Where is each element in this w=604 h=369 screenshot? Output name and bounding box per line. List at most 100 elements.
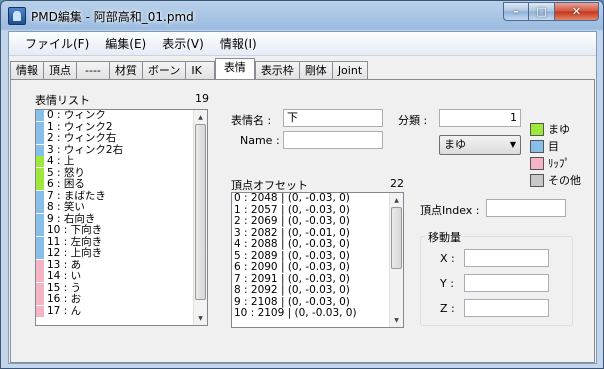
minimize-button[interactable]: –	[503, 2, 529, 21]
list-item-label: 4 : 上	[47, 155, 75, 167]
category-swatch	[36, 190, 44, 202]
morph-list-rows: 0 : ウィンク 1 : ウィンク2 2 : ウィンク右 3 : ウィンク2右 4 : …	[36, 110, 207, 317]
category-swatch	[36, 144, 44, 156]
title-bar[interactable]: PMD編集 - 阿部高和_01.pmd – □ ✕	[1, 1, 603, 31]
list-item[interactable]: 6 : 困る	[36, 178, 207, 191]
legend-eye: 目	[530, 138, 559, 154]
scroll-down-icon[interactable]: ▼	[194, 311, 207, 325]
category-swatch	[36, 202, 44, 214]
tab-display-frame[interactable]: 表示枠	[254, 61, 300, 79]
scroll-thumb[interactable]	[195, 124, 206, 300]
movement-x-field[interactable]	[464, 249, 549, 267]
tab-separator[interactable]: ----	[76, 61, 110, 79]
list-item[interactable]: 4 : 2088 | (0, -0.03, 0)	[232, 238, 403, 251]
morph-name-label: 表情名 :	[231, 114, 272, 127]
maximize-button[interactable]: □	[529, 2, 555, 21]
list-item[interactable]: 2 : 2069 | (0, -0.03, 0)	[232, 215, 403, 228]
close-button[interactable]: ✕	[555, 2, 599, 21]
movement-x-label: X :	[440, 252, 455, 265]
list-item[interactable]: 6 : 2090 | (0, -0.03, 0)	[232, 261, 403, 274]
scroll-thumb[interactable]	[391, 207, 402, 269]
movement-z-label: Z :	[440, 302, 455, 315]
morph-list-scrollbar[interactable]: ▲ ▼	[193, 110, 207, 325]
menu-bar: ファイル(F) 編集(E) 表示(V) 情報(I)	[9, 32, 596, 56]
legend-swatch-eyebrow	[530, 122, 544, 136]
menu-file[interactable]: ファイル(F)	[17, 34, 97, 54]
menu-view[interactable]: 表示(V)	[154, 34, 212, 54]
morph-list-count: 19	[195, 92, 209, 105]
category-swatch	[36, 156, 44, 168]
scroll-down-icon[interactable]: ▼	[390, 313, 403, 327]
vertex-index-field[interactable]	[486, 199, 566, 217]
movement-z-field[interactable]	[464, 299, 549, 317]
tab-info[interactable]: 情報	[10, 61, 44, 79]
legend-swatch-other	[530, 173, 544, 187]
category-label: 分類 :	[398, 114, 428, 127]
offset-list-count: 22	[390, 177, 404, 190]
category-swatch	[36, 248, 44, 260]
list-item[interactable]: 16 : お	[36, 293, 207, 306]
movement-y-label: Y :	[440, 277, 454, 290]
category-select-value: まゆ	[444, 138, 466, 151]
category-swatch	[36, 110, 44, 122]
morph-list[interactable]: 0 : ウィンク 1 : ウィンク2 2 : ウィンク右 3 : ウィンク2右 4 : …	[35, 109, 208, 326]
legend-lip: ﾘｯﾌﾟ	[530, 155, 570, 171]
list-item-label: 10 : 下向き	[47, 224, 103, 236]
list-item[interactable]: 10 : 2109 | (0, -0.03, 0)	[232, 307, 403, 320]
list-item-label: 6 : 困る	[47, 178, 85, 190]
morph-panel: 表情リスト 19 0 : ウィンク 1 : ウィンク2 2 : ウィンク右 3 : ウ…	[10, 79, 595, 363]
name-en-field[interactable]	[283, 131, 383, 149]
tab-rigid-body[interactable]: 剛体	[298, 61, 333, 79]
tab-morph[interactable]: 表情	[214, 58, 255, 79]
category-swatch	[36, 271, 44, 283]
app-window: PMD編集 - 阿部高和_01.pmd – □ ✕ ファイル(F) 編集(E) …	[0, 0, 604, 369]
category-swatch	[36, 236, 44, 248]
category-swatch	[36, 167, 44, 179]
list-item[interactable]: 12 : 上向き	[36, 247, 207, 260]
list-item-label: 14 : い	[47, 270, 82, 282]
category-swatch	[36, 213, 44, 225]
category-field[interactable]: 1	[439, 109, 521, 127]
tab-vertex[interactable]: 頂点	[43, 61, 77, 79]
list-item[interactable]: 10 : 下向き	[36, 224, 207, 237]
scroll-up-icon[interactable]: ▲	[390, 193, 403, 207]
list-item[interactable]: 8 : 笑い	[36, 201, 207, 214]
vertex-offset-list[interactable]: 0 : 2048 | (0, -0.03, 0) 1 : 2057 | (0, -…	[231, 192, 404, 328]
legend-label-eye: 目	[548, 140, 559, 153]
close-icon: ✕	[571, 5, 582, 18]
tab-material[interactable]: 材質	[108, 61, 143, 79]
category-select[interactable]: まゆ ▼	[439, 135, 521, 155]
category-swatch	[36, 121, 44, 133]
menu-edit[interactable]: 編集(E)	[97, 34, 154, 54]
legend-other: その他	[530, 172, 581, 188]
window-controls: – □ ✕	[503, 2, 599, 21]
legend-label-eyebrow: まゆ	[548, 123, 570, 136]
tab-bone[interactable]: ボーン	[141, 61, 187, 79]
tab-ik[interactable]: IK	[185, 61, 215, 79]
list-item[interactable]: 4 : 上	[36, 155, 207, 168]
morph-name-field[interactable]: 下	[283, 109, 383, 127]
app-icon[interactable]	[8, 7, 26, 25]
movement-y-field[interactable]	[464, 274, 549, 292]
client-area: ファイル(F) 編集(E) 表示(V) 情報(I) 情報 頂点 ---- 材質 …	[8, 31, 597, 364]
vertex-index-label: 頂点Index :	[420, 204, 480, 217]
list-item-label: 16 : お	[47, 293, 82, 305]
tab-joint[interactable]: Joint	[331, 61, 369, 79]
list-item[interactable]: 2 : ウィンク右	[36, 132, 207, 145]
list-item[interactable]: 8 : 2092 | (0, -0.03, 0)	[232, 284, 403, 297]
list-item[interactable]: 14 : い	[36, 270, 207, 283]
name-en-label: Name :	[240, 134, 280, 147]
chevron-down-icon: ▼	[509, 140, 516, 149]
minimize-icon: –	[513, 5, 519, 18]
offset-list-scrollbar[interactable]: ▲ ▼	[389, 193, 403, 327]
offset-list-rows: 0 : 2048 | (0, -0.03, 0) 1 : 2057 | (0, -…	[232, 193, 403, 320]
category-swatch	[36, 225, 44, 237]
list-item[interactable]: 0 : ウィンク	[36, 110, 207, 122]
scroll-up-icon[interactable]: ▲	[194, 110, 207, 124]
legend-swatch-lip	[530, 156, 544, 170]
menu-info[interactable]: 情報(I)	[212, 34, 265, 54]
category-swatch	[36, 305, 44, 317]
list-item[interactable]: 17 : ん	[36, 305, 207, 318]
category-swatch	[36, 179, 44, 191]
list-item[interactable]: 0 : 2048 | (0, -0.03, 0)	[232, 193, 403, 205]
